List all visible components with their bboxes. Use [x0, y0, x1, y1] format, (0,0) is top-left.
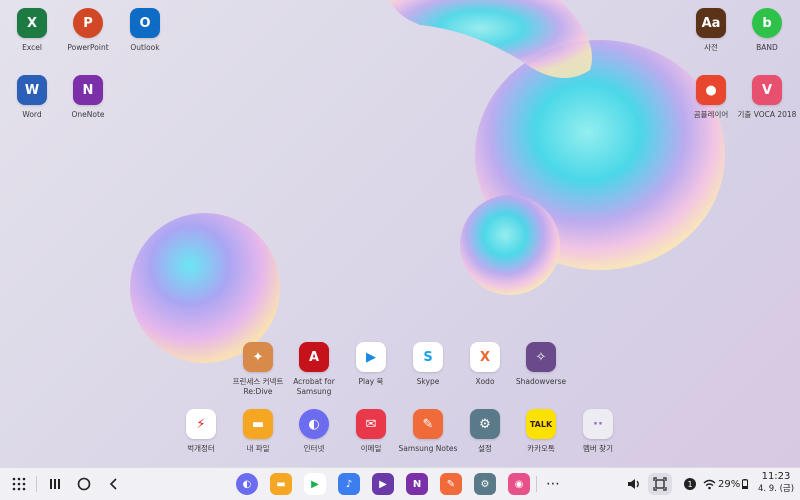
clock[interactable]: 11:23 4. 9. (금) — [756, 471, 796, 495]
wifi-icon[interactable] — [702, 473, 716, 495]
gear-icon: ⚙ — [470, 409, 500, 439]
more-icon[interactable]: ⋯ — [542, 473, 564, 495]
app-label: Outlook — [130, 43, 160, 52]
app-outlook[interactable]: O Outlook — [110, 8, 180, 53]
excel-icon: X — [17, 8, 47, 38]
battery-text: 29% — [718, 478, 741, 490]
outlook-icon: O — [130, 8, 160, 38]
clock-date: 4. 9. (금) — [757, 484, 795, 494]
volume-icon[interactable] — [624, 473, 644, 495]
taskbar-notes-icon[interactable]: ✎ — [440, 473, 462, 495]
app-voca[interactable]: V 기출 VOCA 2018 — [732, 75, 800, 120]
app-label: 기출 VOCA 2018 — [737, 110, 797, 119]
taskbar-internet-icon[interactable]: ◐ — [236, 473, 258, 495]
internet-icon: ◐ — [299, 409, 329, 439]
app-label: BAND — [756, 43, 778, 52]
band-icon: b — [752, 8, 782, 38]
app-band[interactable]: b BAND — [732, 8, 800, 53]
dictionary-icon: Aa — [696, 8, 726, 38]
recents-button[interactable] — [44, 473, 66, 495]
lightning-icon: ⚡ — [186, 409, 216, 439]
email-icon: ✉ — [356, 409, 386, 439]
clock-time: 11:23 — [761, 471, 791, 482]
battery-icon — [741, 473, 749, 495]
powerpoint-icon: P — [73, 8, 103, 38]
taskbar-video-icon[interactable]: ▶ — [372, 473, 394, 495]
taskbar-folder-icon[interactable]: ▬ — [270, 473, 292, 495]
app-label: 멤버 찾기 — [583, 444, 613, 453]
apps-grid-icon[interactable] — [8, 473, 30, 495]
word-icon: W — [17, 75, 47, 105]
taskbar-gallery-icon[interactable]: ◉ — [508, 473, 530, 495]
notification-badge[interactable]: 1 — [684, 478, 696, 490]
gom-player-icon: ● — [696, 75, 726, 105]
screenshot-icon[interactable] — [648, 473, 672, 495]
app-label: OneNote — [71, 110, 105, 119]
app-onenote[interactable]: N OneNote — [53, 75, 123, 120]
notes-icon: ✎ — [413, 409, 443, 439]
home-button[interactable] — [73, 473, 95, 495]
play-books-icon: ▶ — [356, 342, 386, 372]
voca-icon: V — [752, 75, 782, 105]
taskbar-gear-icon[interactable]: ⚙ — [474, 473, 496, 495]
find-member-icon: ·· — [583, 409, 613, 439]
folder-icon: ▬ — [243, 409, 273, 439]
taskbar-music-icon[interactable]: ♪ — [338, 473, 360, 495]
acrobat-icon: A — [299, 342, 329, 372]
taskbar-play-store-icon[interactable]: ▶ — [304, 473, 326, 495]
onenote-icon: N — [73, 75, 103, 105]
divider — [536, 476, 537, 492]
kakaotalk-icon: TALK — [526, 409, 556, 439]
skype-icon: S — [413, 342, 443, 372]
taskbar: ◐ ▬ ▶ ♪ ▶ N ✎ ⚙ ◉ ⋯ 1 29% 11:23 4. 9. (금… — [0, 467, 800, 500]
taskbar-onenote-icon[interactable]: N — [406, 473, 428, 495]
xodo-icon: X — [470, 342, 500, 372]
princess-connect-icon: ✦ — [243, 342, 273, 372]
divider — [36, 476, 37, 492]
app-shadowverse[interactable]: ✧ Shadowverse — [506, 342, 576, 387]
app-find-member[interactable]: ·· 멤버 찾기 — [563, 409, 633, 454]
app-label: Shadowverse — [515, 377, 567, 386]
shadowverse-icon: ✧ — [526, 342, 556, 372]
back-button[interactable] — [103, 473, 125, 495]
